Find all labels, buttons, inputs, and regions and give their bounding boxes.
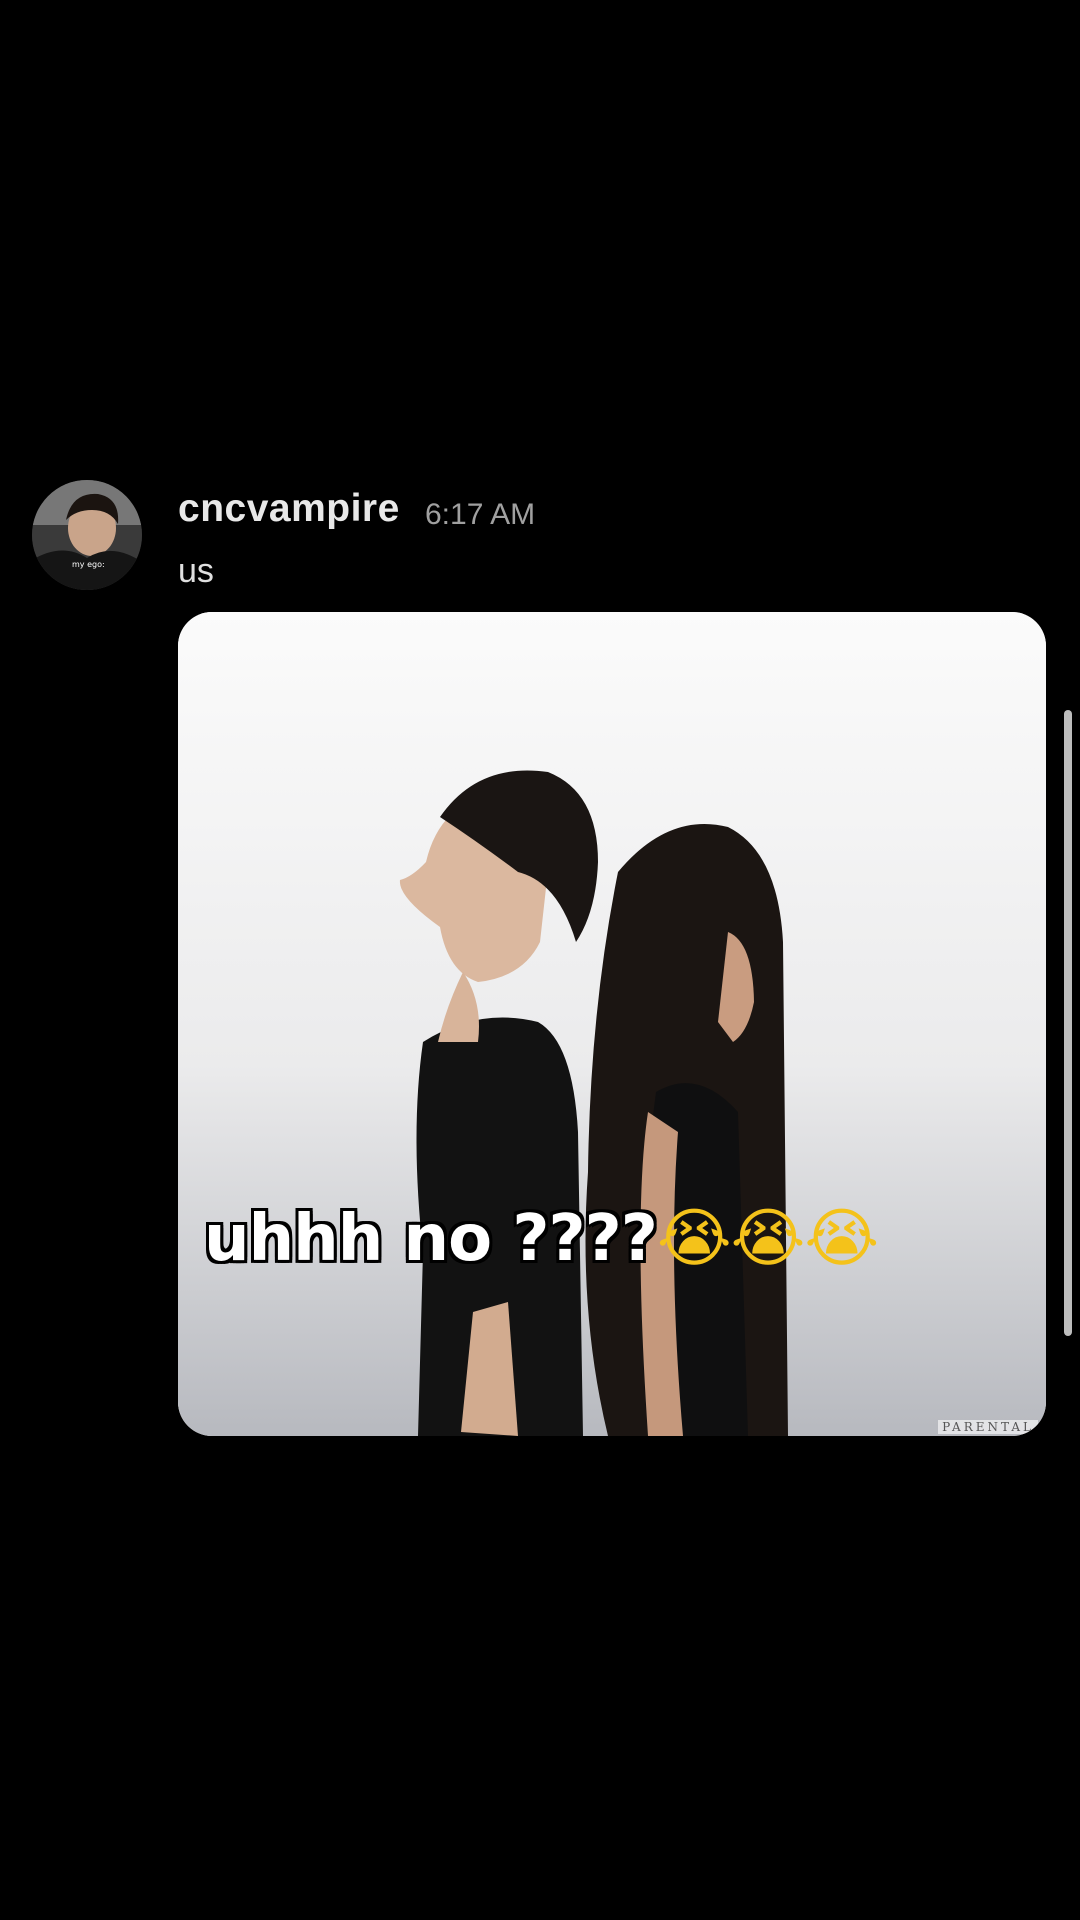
avatar[interactable]: my ego:	[32, 480, 142, 590]
image-caption-text: uhhh no ????	[204, 1202, 658, 1276]
message-text: us	[178, 552, 214, 590]
attachment-image	[178, 612, 1046, 1436]
username[interactable]: cncvampire	[178, 487, 400, 531]
avatar-caption: my ego:	[72, 560, 105, 569]
timestamp: 6:17 AM	[425, 498, 536, 531]
watermark: PARENTAL	[938, 1420, 1038, 1434]
image-caption: uhhh no ????😭😭😭	[204, 1202, 879, 1276]
image-attachment[interactable]: uhhh no ????😭😭😭 PARENTAL	[178, 612, 1046, 1436]
avatar-image	[32, 480, 142, 590]
scrollbar[interactable]	[1064, 710, 1072, 1336]
loudly-crying-face-icon: 😭😭😭	[656, 1202, 879, 1276]
